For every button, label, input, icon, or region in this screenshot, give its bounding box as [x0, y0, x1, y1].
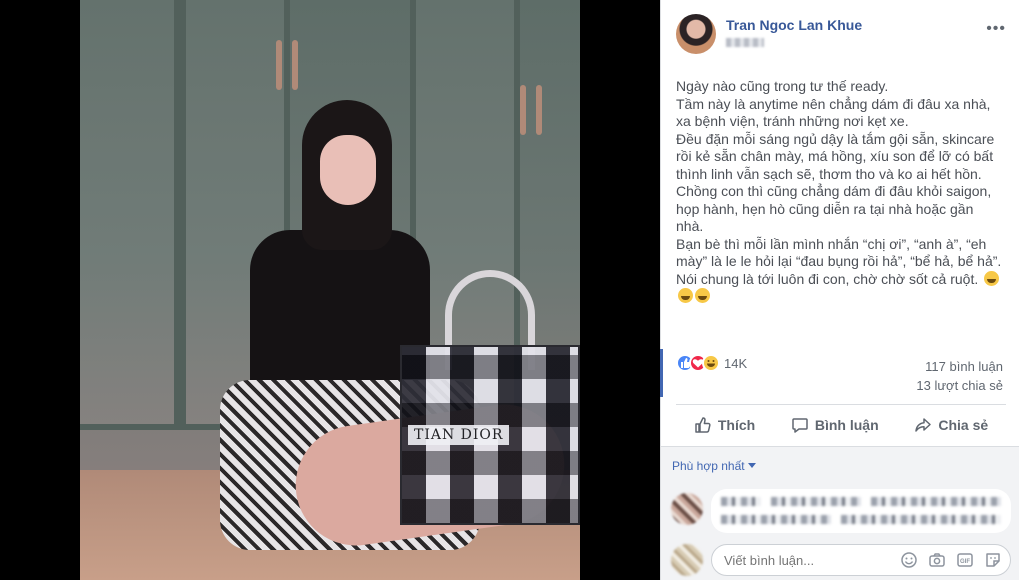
cabinet-handle	[536, 85, 542, 135]
composer-tools: GIF	[900, 551, 1002, 569]
share-count-link[interactable]: 13 lượt chia sẻ	[916, 376, 1003, 395]
photo-stage: TIAN DIOR	[0, 0, 660, 580]
emoji-icon[interactable]	[900, 551, 918, 569]
share-icon	[915, 418, 932, 432]
camera-icon[interactable]	[928, 551, 946, 569]
comment-composer[interactable]: GIF	[711, 544, 1011, 576]
chevron-down-icon	[747, 463, 756, 468]
post-panel: Tran Ngoc Lan Khue ••• Ngày nào cũng tro…	[660, 0, 1019, 580]
cabinet-handle	[520, 85, 526, 135]
redacted-text	[841, 515, 1001, 524]
comment-button[interactable]: Bình luận	[791, 416, 879, 434]
sticker-icon[interactable]	[984, 551, 1002, 569]
cabinet-handle	[292, 40, 298, 90]
post-timestamp-redacted	[726, 38, 764, 47]
comment-input[interactable]	[724, 553, 864, 568]
like-button[interactable]: Thích	[694, 416, 755, 434]
post-text: Ngày nào cũng trong tư thế ready. Tầm nà…	[676, 78, 1002, 287]
post-body: Ngày nào cũng trong tư thế ready. Tầm nà…	[676, 78, 1011, 306]
comment-count-link[interactable]: 117 bình luận	[916, 357, 1003, 376]
comments-section: Phù hợp nhất GIF	[661, 446, 1019, 580]
divider	[676, 404, 1006, 405]
haha-reaction-icon	[702, 354, 720, 372]
comment-sort-dropdown[interactable]: Phù hợp nhất	[672, 459, 756, 473]
redacted-text	[771, 497, 861, 506]
gif-icon[interactable]: GIF	[956, 551, 974, 569]
like-label: Thích	[717, 417, 756, 433]
post-header: Tran Ngoc Lan Khue •••	[676, 12, 1006, 56]
grin-emoji-icon	[984, 270, 1000, 286]
redacted-text	[721, 497, 761, 506]
post-photo[interactable]: TIAN DIOR	[80, 0, 580, 580]
person-face	[320, 135, 376, 205]
facebook-photo-viewer: TIAN DIOR Tran Ngoc Lan Khue ••• Ngày nà…	[0, 0, 1019, 580]
author-name[interactable]: Tran Ngoc Lan Khue	[726, 17, 862, 33]
comment-icon	[792, 418, 808, 433]
sort-label: Phù hợp nhất	[672, 459, 745, 473]
cabinet-handle	[276, 40, 282, 90]
panel-accent	[660, 349, 663, 397]
reaction-count: 14K	[724, 356, 748, 371]
current-user-avatar-redacted	[671, 544, 703, 576]
post-stats: 117 bình luận 13 lượt chia sẻ	[916, 357, 1003, 395]
thumbs-up-icon	[695, 417, 711, 433]
redacted-text	[871, 497, 1001, 506]
redacted-text	[721, 515, 831, 524]
comment-label: Bình luận	[814, 417, 879, 433]
commenter-avatar-redacted[interactable]	[671, 493, 703, 525]
post-actions: Thích Bình luận Chia sẻ	[676, 406, 1006, 444]
cabinet-door	[80, 0, 180, 430]
svg-text:GIF: GIF	[960, 559, 970, 565]
grin-emoji-icon	[695, 288, 710, 303]
grin-emoji-icon	[678, 288, 693, 303]
author-avatar[interactable]	[676, 14, 716, 54]
comment-bubble-redacted	[711, 489, 1011, 533]
share-label: Chia sẻ	[938, 417, 989, 433]
bag-print: TIAN DIOR	[408, 425, 510, 445]
more-horizontal-icon[interactable]: •••	[986, 20, 1006, 38]
share-button[interactable]: Chia sẻ	[914, 416, 988, 434]
